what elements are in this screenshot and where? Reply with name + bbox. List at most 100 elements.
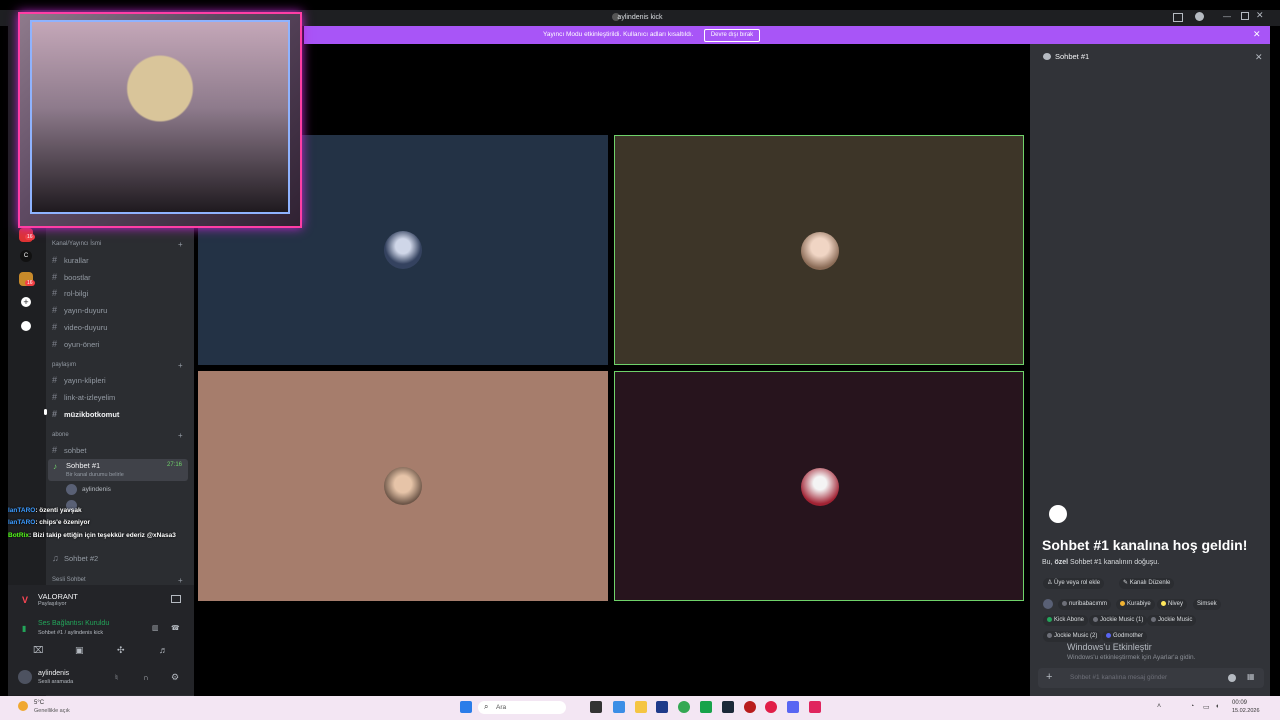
soundboard-icon[interactable]: ♬ — [159, 645, 168, 655]
emoji-icon[interactable] — [1228, 674, 1236, 682]
weather-temp[interactable]: 5°C — [34, 700, 44, 706]
apps-icon[interactable]: ▦ — [1247, 672, 1255, 681]
member-tag[interactable]: nuribabacımm — [1058, 599, 1112, 610]
banner-text: Yayıncı Modu etkinleştirildi. Kullanıcı … — [543, 31, 694, 38]
participant-tile-speaking[interactable] — [614, 135, 1024, 365]
role-tag[interactable]: Kick Abone — [1043, 615, 1089, 626]
message-placeholder: Sohbet #1 kanalına mesaj gönder — [1070, 674, 1168, 681]
app-icon[interactable] — [744, 701, 756, 713]
noise-suppression-icon[interactable]: ▥ — [152, 624, 159, 632]
mention-badge: 16 — [25, 280, 35, 286]
screen-share-icon[interactable]: ▣ — [75, 645, 84, 656]
channel-item[interactable]: # video-duyuru — [52, 322, 107, 332]
streamer-mode-banner — [304, 26, 1270, 44]
hash-icon: # — [52, 255, 58, 265]
channel-item[interactable]: # boostlar — [52, 272, 91, 282]
hash-icon: # — [52, 445, 58, 455]
clock-time[interactable]: 00:09 — [1232, 700, 1247, 706]
channel-item[interactable]: # yayın-duyuru — [52, 305, 107, 315]
taskbar-search[interactable] — [478, 701, 566, 714]
channel-item[interactable]: # sohbet — [52, 445, 87, 455]
close-window-icon[interactable]: ✕ — [1256, 10, 1264, 21]
channel-item[interactable]: # kurallar — [52, 255, 89, 265]
pencil-icon: ✎ — [1123, 580, 1130, 586]
steam-icon[interactable] — [722, 701, 734, 713]
screen-icon[interactable] — [171, 595, 181, 603]
volume-icon[interactable]: ◖ — [1215, 703, 1219, 710]
disable-streamer-mode-button[interactable]: Devre dışı bırak — [704, 29, 760, 42]
channel-item[interactable]: # link-at-izleyelim — [52, 392, 115, 402]
close-banner-icon[interactable]: ✕ — [1253, 29, 1261, 40]
edit-channel-button[interactable]: ✎ Kanalı Düzenle — [1119, 578, 1175, 589]
add-channel-icon[interactable]: + — [178, 240, 183, 249]
app-icon[interactable] — [809, 701, 821, 713]
channel-item[interactable]: # müzikbotkomut — [52, 409, 119, 419]
role-tag[interactable]: Nivey — [1157, 599, 1188, 610]
participant-tile[interactable] — [198, 371, 608, 601]
signal-icon: ▮ — [22, 624, 27, 633]
discover-icon[interactable] — [21, 321, 31, 331]
person-add-icon: ♙ — [1047, 580, 1055, 586]
camera-off-icon[interactable]: ⌧ — [33, 645, 43, 656]
app-icon[interactable] — [700, 701, 712, 713]
opera-icon[interactable] — [765, 701, 777, 713]
category-header[interactable]: paylaşım — [52, 362, 76, 368]
inbox-icon[interactable] — [1173, 13, 1183, 22]
disconnect-icon[interactable]: ☎ — [171, 624, 180, 632]
add-member-button[interactable]: ♙ Üye veya rol ekle — [1043, 578, 1105, 589]
wifi-icon[interactable]: ◔ — [1190, 703, 1194, 710]
channel-status-prompt[interactable]: Bir kanal durumu belirle — [66, 472, 124, 478]
file-explorer-icon[interactable] — [635, 701, 647, 713]
mention-badge: 16 — [25, 234, 35, 240]
monitor-icon[interactable]: ▭ — [1203, 703, 1210, 711]
role-tag[interactable]: Godmother — [1102, 631, 1148, 642]
gear-icon[interactable]: ⚙ — [171, 672, 179, 683]
add-server-icon[interactable]: + — [21, 297, 31, 307]
server-icon[interactable]: C — [20, 250, 32, 262]
start-icon[interactable] — [460, 701, 472, 713]
task-view-icon[interactable] — [590, 701, 602, 713]
category-header[interactable]: Sesli Sohbet — [52, 577, 86, 583]
role-tag[interactable]: Jockie Music — [1147, 615, 1197, 626]
avatar[interactable] — [18, 670, 32, 684]
chrome-icon[interactable] — [678, 701, 690, 713]
voice-channel-item[interactable]: ♫ Sohbet #2 — [52, 553, 98, 563]
category-header[interactable]: abone — [52, 432, 69, 438]
category-header[interactable]: Kanal/Yayıncı İsmi — [52, 241, 101, 247]
headset-icon[interactable]: ∩ — [143, 673, 149, 682]
overlay-chat-line: lanTARO: chips'e özeniyor — [8, 519, 90, 526]
add-channel-icon[interactable]: + — [178, 576, 183, 585]
voice-member-name[interactable]: aylindenis — [82, 486, 111, 493]
plus-icon[interactable]: + — [1046, 671, 1052, 683]
close-chat-icon[interactable]: ✕ — [1255, 52, 1263, 63]
role-tag[interactable]: Jockie Music (1) — [1089, 615, 1148, 626]
voice-connected-sub: Sohbet #1 / aylindenis kick — [38, 630, 104, 636]
store-icon[interactable] — [656, 701, 668, 713]
welcome-subtext: Bu, özel Sohbet #1 kanalının doğuşu. — [1042, 559, 1160, 566]
member-tag[interactable]: Simsek — [1193, 599, 1221, 610]
add-channel-icon[interactable]: + — [178, 431, 183, 440]
minimize-icon[interactable]: — — [1223, 12, 1231, 21]
avatar — [1043, 599, 1053, 609]
maximize-icon[interactable] — [1241, 12, 1249, 20]
activation-watermark-sub: Windows'u etkinleştirmek için Ayarlar'a … — [1067, 654, 1196, 661]
add-channel-icon[interactable]: + — [178, 361, 183, 370]
activity-subtitle: Paylaşılıyor — [38, 601, 67, 607]
activation-watermark-title: Windows'u Etkinleştir — [1067, 642, 1152, 652]
tray-chevron-icon[interactable]: ˄ — [1157, 703, 1161, 710]
browser-icon[interactable] — [613, 701, 625, 713]
participant-tile-speaking[interactable] — [614, 371, 1024, 601]
microphone-icon[interactable]: ♮ — [115, 673, 118, 682]
channel-item[interactable]: # oyun-öneri — [52, 339, 99, 349]
activities-icon[interactable]: ✣ — [117, 645, 125, 656]
avatar — [384, 467, 422, 505]
role-tag[interactable]: Kurabiye — [1116, 599, 1155, 610]
channel-item[interactable]: # yayın-klipleri — [52, 375, 106, 385]
discord-icon[interactable] — [787, 701, 799, 713]
voice-connected-status[interactable]: Ses Bağlantısı Kuruldu — [38, 620, 109, 627]
role-tag[interactable]: Jockie Music (2) — [1043, 631, 1102, 642]
channel-item[interactable]: # rol-bilgi — [52, 288, 88, 298]
username[interactable]: aylindenis — [38, 670, 69, 677]
voice-timer: 27:16 — [167, 462, 183, 468]
help-icon[interactable] — [1195, 12, 1204, 21]
